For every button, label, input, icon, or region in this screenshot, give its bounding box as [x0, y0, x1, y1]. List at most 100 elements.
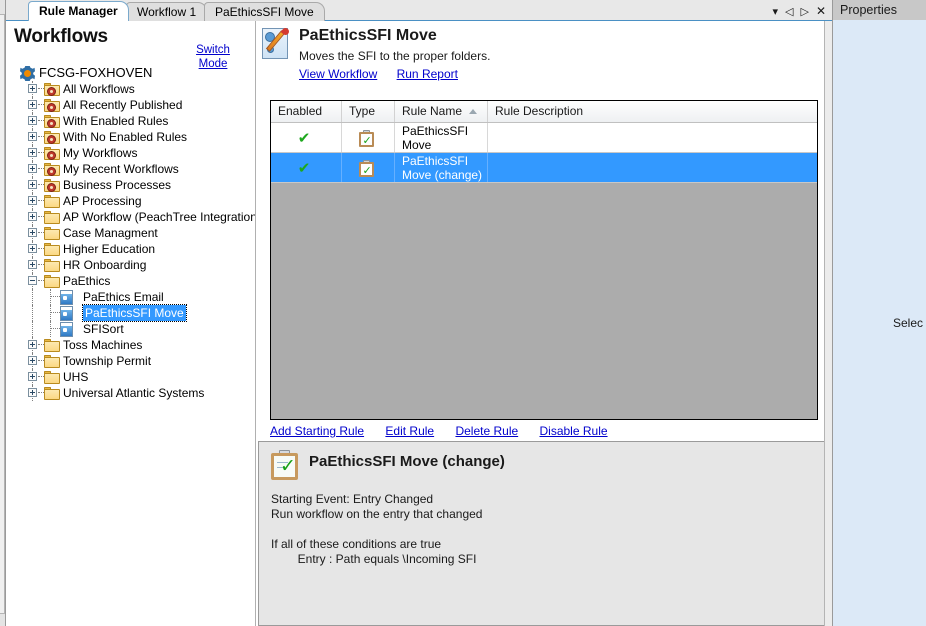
tree-item-label: FCSG-FOXHOVEN: [39, 65, 152, 81]
sort-ascending-icon: [469, 109, 477, 114]
tree-expand-icon[interactable]: [28, 212, 37, 221]
column-header-type[interactable]: Type: [342, 101, 395, 122]
rules-grid[interactable]: Enabled Type Rule Name Rule Description …: [270, 100, 818, 420]
tree-expand-icon[interactable]: [28, 100, 37, 109]
tree-expand-icon[interactable]: [28, 148, 37, 157]
tree-item-label: AP Workflow (PeachTree Integration): [63, 209, 256, 225]
tree-connector-dots: [50, 328, 60, 330]
tree-expand-icon[interactable]: [28, 388, 37, 397]
dropdown-arrow-icon[interactable]: ▾: [772, 6, 778, 17]
tree-expand-icon[interactable]: [28, 356, 37, 365]
tree-item-sfisort[interactable]: SFISort: [6, 321, 256, 337]
gear-folder-icon: [44, 115, 60, 128]
tree-item-fcsg-foxhoven[interactable]: FCSG-FOXHOVEN: [6, 65, 256, 81]
tree-item-label: My Recent Workflows: [63, 161, 179, 177]
folder-icon: [44, 387, 60, 400]
folder-icon: [44, 355, 60, 368]
folder-icon: [44, 243, 60, 256]
tree-expand-icon[interactable]: [28, 84, 37, 93]
rule-detail-body: Starting Event: Entry Changed Run workfl…: [271, 492, 811, 567]
tree-item-label: UHS: [63, 369, 88, 385]
workflow-tree[interactable]: FCSG-FOXHOVENAll WorkflowsAll Recently P…: [6, 65, 256, 625]
column-header-rule-description[interactable]: Rule Description: [488, 101, 817, 122]
tree-item-all-workflows[interactable]: All Workflows: [6, 81, 256, 97]
tree-item-label: PaEthicsSFI Move: [83, 305, 186, 321]
tree-expand-icon[interactable]: [28, 228, 37, 237]
view-workflow-link[interactable]: View Workflow: [299, 67, 377, 81]
tree-expand-icon[interactable]: [28, 340, 37, 349]
column-header-rule-name[interactable]: Rule Name: [395, 101, 488, 122]
workflow-header: PaEthicsSFI Move Moves the SFI to the pr…: [256, 21, 832, 91]
tree-item-higher-education[interactable]: Higher Education: [6, 241, 256, 257]
add-starting-rule-link[interactable]: Add Starting Rule: [270, 424, 364, 438]
cell-rule-name: PaEthicsSFI Move (change): [395, 153, 488, 182]
cell-enabled: ✔: [271, 153, 342, 182]
disable-rule-link[interactable]: Disable Rule: [540, 424, 608, 438]
tree-item-all-recently-published[interactable]: All Recently Published: [6, 97, 256, 113]
tree-item-hr-onboarding[interactable]: HR Onboarding: [6, 257, 256, 273]
tree-item-label: My Workflows: [63, 145, 137, 161]
folder-icon: [44, 195, 60, 208]
gear-folder-icon: [44, 163, 60, 176]
tree-item-uhs[interactable]: UHS: [6, 369, 256, 385]
tree-item-business-processes[interactable]: Business Processes: [6, 177, 256, 193]
folder-icon: [44, 371, 60, 384]
workflow-name: PaEthicsSFI Move: [299, 27, 437, 45]
tree-item-paethicssfi-move[interactable]: PaEthicsSFI Move: [6, 305, 256, 321]
table-row[interactable]: ✔ ✓ PaEthicsSFI Move: [271, 123, 817, 153]
tree-item-my-recent-workflows[interactable]: My Recent Workflows: [6, 161, 256, 177]
tab-paethicssfi-move[interactable]: PaEthicsSFI Move: [204, 2, 325, 21]
tree-expand-icon[interactable]: [28, 180, 37, 189]
tree-connector-dots: [50, 312, 60, 314]
table-row[interactable]: ✔ ✓ PaEthicsSFI Move (change): [271, 153, 817, 183]
tree-item-label: All Recently Published: [63, 97, 182, 113]
workflow-links: View Workflow Run Report: [299, 67, 474, 81]
tree-item-universal-atlantic-systems[interactable]: Universal Atlantic Systems: [6, 385, 256, 401]
tree-item-label: With Enabled Rules: [63, 113, 168, 129]
tree-item-case-managment[interactable]: Case Managment: [6, 225, 256, 241]
tree-collapse-icon[interactable]: [28, 276, 37, 285]
tree-expand-icon[interactable]: [28, 132, 37, 141]
tree-item-label: Business Processes: [63, 177, 171, 193]
page-title: Workflows: [14, 26, 108, 48]
close-icon[interactable]: ✕: [816, 6, 826, 17]
tree-expand-icon[interactable]: [28, 164, 37, 173]
properties-panel-text: Selec: [893, 316, 923, 330]
run-report-link[interactable]: Run Report: [397, 67, 458, 81]
tree-item-label: Case Managment: [63, 225, 158, 241]
gear-folder-icon: [44, 131, 60, 144]
prev-arrow-icon[interactable]: ◁: [785, 6, 793, 17]
tree-item-paethics-email[interactable]: PaEthics Email: [6, 289, 256, 305]
tree-expand-icon[interactable]: [28, 244, 37, 253]
edit-rule-link[interactable]: Edit Rule: [385, 424, 434, 438]
enabled-check-icon: ✔: [298, 154, 311, 182]
tree-item-label: With No Enabled Rules: [63, 129, 187, 145]
root-gear-icon: [20, 66, 35, 81]
tree-connector-line: [32, 321, 34, 337]
delete-rule-link[interactable]: Delete Rule: [455, 424, 518, 438]
tree-item-toss-machines[interactable]: Toss Machines: [6, 337, 256, 353]
column-header-enabled[interactable]: Enabled: [271, 101, 342, 122]
tab-bar: Rule Manager Workflow 1 PaEthicsSFI Move…: [6, 0, 832, 21]
properties-panel-title: Properties: [833, 0, 926, 20]
next-arrow-icon[interactable]: ▷: [800, 6, 808, 17]
tree-expand-icon[interactable]: [28, 260, 37, 269]
cell-rule-description: [488, 153, 817, 182]
tree-item-label: SFISort: [83, 321, 124, 337]
tab-workflow-1[interactable]: Workflow 1: [126, 2, 207, 21]
tree-item-ap-workflow-peachtree-integration[interactable]: AP Workflow (PeachTree Integration): [6, 209, 256, 225]
window-controls: ▾ ◁ ▷ ✕: [772, 2, 830, 20]
tree-item-paethics[interactable]: PaEthics: [6, 273, 256, 289]
tree-expand-icon[interactable]: [28, 116, 37, 125]
tab-rule-manager[interactable]: Rule Manager: [28, 1, 129, 21]
workflow-description: Moves the SFI to the proper folders.: [299, 49, 490, 63]
tree-item-ap-processing[interactable]: AP Processing: [6, 193, 256, 209]
tree-item-with-no-enabled-rules[interactable]: With No Enabled Rules: [6, 129, 256, 145]
tree-item-my-workflows[interactable]: My Workflows: [6, 145, 256, 161]
tree-expand-icon[interactable]: [28, 372, 37, 381]
cell-rule-description: [488, 123, 817, 152]
pane-divider[interactable]: [824, 21, 832, 626]
tree-item-with-enabled-rules[interactable]: With Enabled Rules: [6, 113, 256, 129]
tree-item-township-permit[interactable]: Township Permit: [6, 353, 256, 369]
tree-expand-icon[interactable]: [28, 196, 37, 205]
